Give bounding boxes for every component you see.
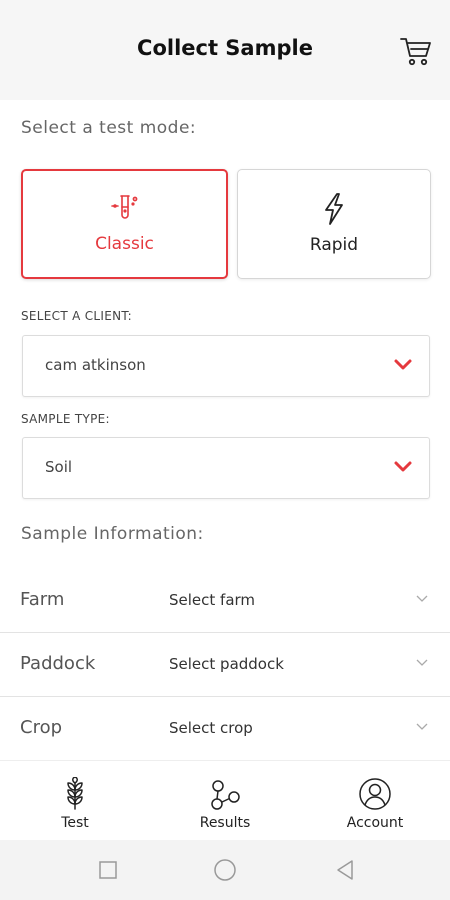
- sample-type-value: Soil: [45, 458, 73, 476]
- mode-classic-label: Classic: [95, 234, 154, 254]
- lightning-bolt-icon: [320, 192, 348, 230]
- wheat-icon: [58, 776, 92, 811]
- crop-label: Crop: [20, 717, 63, 738]
- paddock-label: Paddock: [20, 653, 96, 674]
- chevron-down-icon: [416, 595, 428, 602]
- tab-account-label: Account: [346, 815, 404, 831]
- tab-account[interactable]: Account: [300, 761, 450, 841]
- mode-rapid-label: Rapid: [309, 235, 359, 255]
- sample-type-select[interactable]: Soil: [22, 437, 430, 499]
- crop-row[interactable]: Crop Select crop: [0, 697, 450, 761]
- chevron-down-icon: [394, 461, 412, 472]
- page-title: Collect Sample: [137, 36, 313, 60]
- crop-select: Select crop: [169, 719, 253, 737]
- shopping-cart-icon[interactable]: [398, 34, 434, 68]
- user-circle-icon: [358, 777, 392, 811]
- client-value: cam atkinson: [45, 356, 146, 374]
- mode-rapid-card[interactable]: Rapid: [237, 169, 431, 279]
- mode-classic-card[interactable]: Classic: [21, 169, 228, 279]
- farm-select: Select farm: [169, 591, 256, 609]
- paddock-row[interactable]: Paddock Select paddock: [0, 633, 450, 697]
- farm-row[interactable]: Farm Select farm: [0, 569, 450, 633]
- chevron-down-icon: [416, 659, 428, 666]
- molecule-icon: [208, 777, 242, 811]
- home-icon[interactable]: [213, 858, 237, 882]
- chevron-down-icon: [394, 359, 412, 370]
- farm-label: Farm: [20, 589, 65, 610]
- client-label: SELECT A CLIENT:: [21, 309, 133, 323]
- client-select[interactable]: cam atkinson: [22, 335, 430, 397]
- tab-results-label: Results: [199, 815, 251, 831]
- chevron-down-icon: [416, 723, 428, 730]
- tab-results[interactable]: Results: [150, 761, 300, 841]
- bottom-tab-bar: Test Results Account: [0, 760, 450, 840]
- system-nav-bar: [0, 840, 450, 900]
- back-icon[interactable]: [333, 858, 357, 882]
- recent-apps-icon[interactable]: [96, 858, 120, 882]
- sample-info-label: Sample Information:: [21, 524, 204, 544]
- test-mode-label: Select a test mode:: [21, 118, 197, 138]
- tab-test-label: Test: [61, 815, 89, 831]
- header: Collect Sample: [0, 0, 450, 100]
- sample-type-label: SAMPLE TYPE:: [21, 412, 110, 426]
- paddock-select: Select paddock: [169, 655, 284, 673]
- tab-test[interactable]: Test: [0, 761, 150, 841]
- test-tube-icon: [109, 193, 141, 227]
